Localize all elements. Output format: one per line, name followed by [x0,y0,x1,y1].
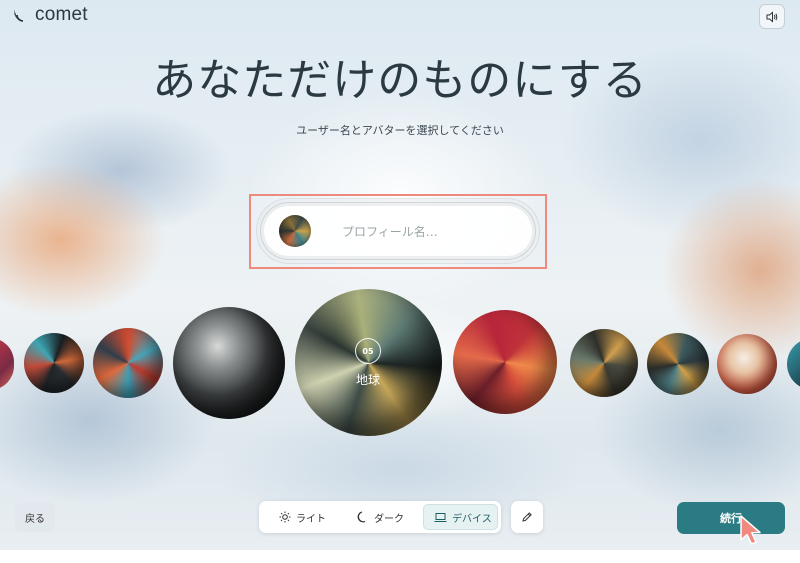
logo-text: comet [35,4,88,25]
page-subtitle: ユーザー名とアバターを選択してください [296,124,504,137]
profile-name-input[interactable] [340,218,514,246]
avatar-option[interactable] [570,329,638,397]
selected-avatar-thumbnail[interactable] [279,215,311,247]
comet-logo: comet [14,4,88,26]
avatar-number-badge: 05 [355,338,381,364]
theme-option-label: ライト [296,513,326,525]
comet-logo-icon [14,9,24,22]
avatar-option[interactable] [173,307,285,419]
mouse-cursor-icon [740,515,761,545]
avatar-option[interactable] [647,333,709,395]
theme-option-label: デバイス [452,513,492,525]
back-button[interactable]: 戻る [15,502,55,532]
bottom-strip [0,550,800,563]
moon-icon [357,511,366,523]
avatar-option[interactable] [453,310,557,414]
laptop-icon [434,512,447,522]
avatar-option[interactable] [717,334,777,394]
theme-option-label: ダーク [374,513,404,525]
sun-icon [279,511,291,523]
theme-option-light[interactable]: ライト [279,504,345,530]
pencil-icon [522,512,532,522]
continue-button[interactable]: 続行 [677,502,785,534]
edit-button[interactable] [511,501,543,533]
page-title: あなただけのものにする [152,55,648,106]
sound-toggle-button[interactable] [759,4,785,29]
theme-option-device[interactable]: デバイス [423,504,498,530]
avatar-name-label: 地球 [355,373,380,387]
avatar-option[interactable] [93,328,163,398]
theme-selector: ライト ダーク デバイス [259,501,501,533]
theme-option-dark[interactable]: ダーク [357,504,417,530]
speaker-icon [766,10,777,23]
avatar-option[interactable] [24,333,84,393]
